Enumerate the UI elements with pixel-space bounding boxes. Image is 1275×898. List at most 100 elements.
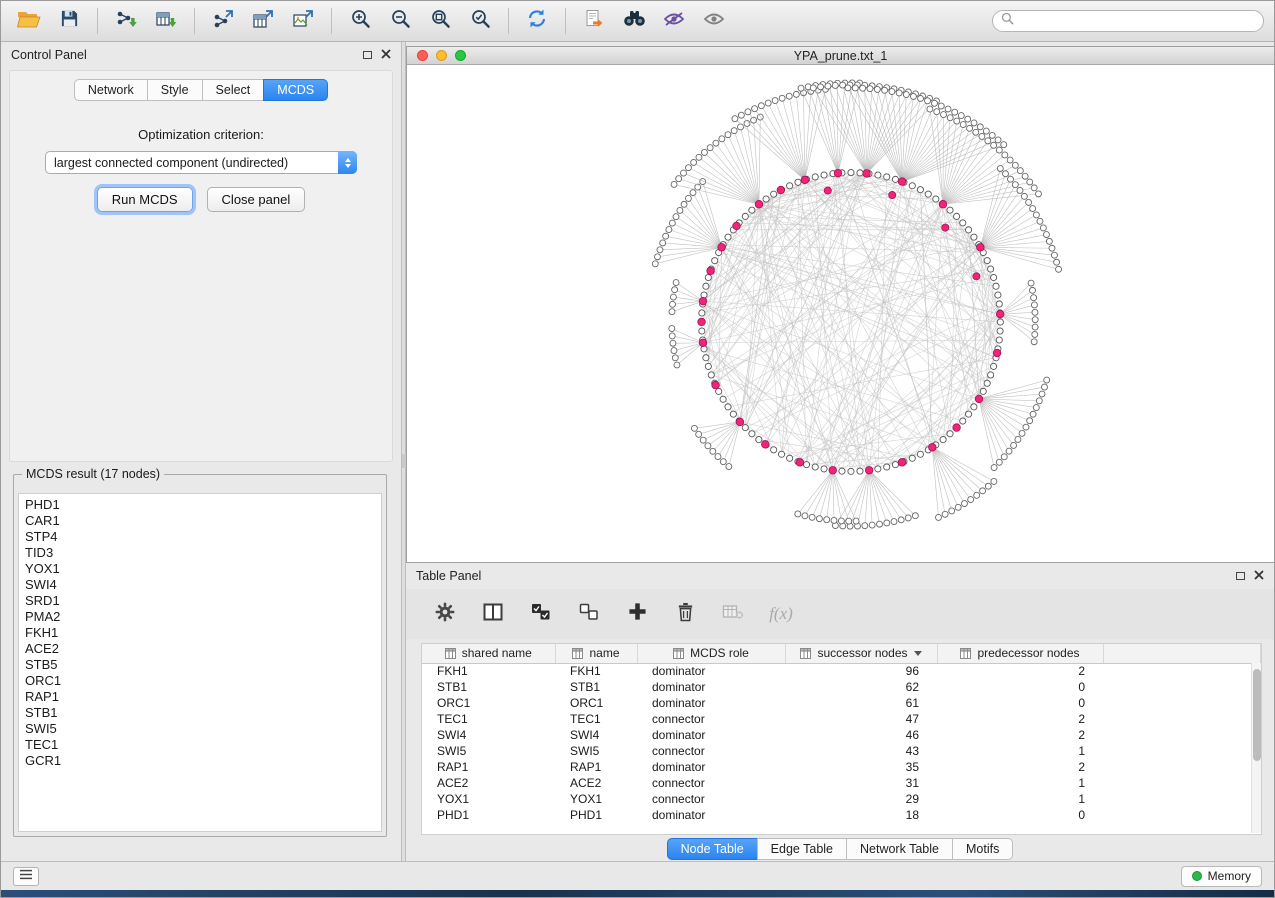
zoom-selected-button[interactable] [462, 5, 498, 37]
table-tab-motifs[interactable]: Motifs [952, 838, 1013, 860]
show-all-button[interactable] [696, 5, 732, 37]
table-cell: YOX1 [555, 791, 637, 807]
tab-mcds[interactable]: MCDS [263, 79, 328, 101]
add-column-button[interactable] [624, 601, 650, 627]
table-row[interactable]: ORC1ORC1dominator610 [422, 695, 1261, 711]
hide-selected-button[interactable] [656, 5, 692, 37]
deselect-all-button[interactable] [576, 601, 602, 627]
close-panel-icon[interactable] [381, 48, 391, 62]
table-row[interactable]: ACE2ACE2connector311 [422, 775, 1261, 791]
find-button[interactable] [616, 5, 652, 37]
sort-arrow-icon[interactable] [914, 651, 922, 656]
network-canvas[interactable] [407, 66, 1274, 562]
function-builder-button[interactable]: f(x) [768, 601, 794, 627]
export-network-button[interactable] [205, 5, 241, 37]
mcds-result-item[interactable]: TEC1 [25, 737, 381, 753]
table-cell: SWI4 [555, 727, 637, 743]
run-mcds-button[interactable]: Run MCDS [97, 187, 193, 212]
open-session-button[interactable] [11, 5, 47, 37]
zoom-in-button[interactable] [342, 5, 378, 37]
zoom-fit-icon [430, 8, 451, 34]
export-image-button[interactable] [285, 5, 321, 37]
network-graph[interactable] [407, 66, 1274, 562]
mcds-result-item[interactable]: ACE2 [25, 641, 381, 657]
show-column-button[interactable] [480, 601, 506, 627]
task-history-button[interactable] [13, 867, 39, 886]
share-document-button[interactable] [576, 5, 612, 37]
mcds-result-item[interactable]: SRD1 [25, 593, 381, 609]
table-cell-filler [1103, 791, 1261, 807]
mcds-result-item[interactable]: PMA2 [25, 609, 381, 625]
table-row[interactable]: YOX1YOX1connector291 [422, 791, 1261, 807]
mcds-result-item[interactable]: PHD1 [25, 497, 381, 513]
scrollbar-thumb[interactable] [1253, 669, 1261, 761]
mcds-result-item[interactable]: STB5 [25, 657, 381, 673]
table-scrollbar[interactable] [1251, 663, 1261, 833]
mcds-result-item[interactable]: STP4 [25, 529, 381, 545]
mcds-result-item[interactable]: SWI5 [25, 721, 381, 737]
tab-style[interactable]: Style [147, 79, 203, 101]
gear-icon [435, 602, 455, 627]
table-cell: PHD1 [422, 807, 555, 823]
zoom-out-button[interactable] [382, 5, 418, 37]
table-cell: FKH1 [422, 663, 555, 679]
table-tab-network-table[interactable]: Network Table [846, 838, 953, 860]
column-header-predecessor-nodes[interactable]: predecessor nodes [937, 644, 1103, 663]
float-panel-icon[interactable] [363, 51, 372, 59]
mcds-result-item[interactable]: STB1 [25, 705, 381, 721]
table-tab-edge-table[interactable]: Edge Table [757, 838, 847, 860]
mcds-result-item[interactable]: YOX1 [25, 561, 381, 577]
table-row[interactable]: SWI5SWI5connector431 [422, 743, 1261, 759]
zoom-fit-button[interactable] [422, 5, 458, 37]
table-row[interactable]: FKH1FKH1dominator962 [422, 663, 1261, 679]
search-input[interactable] [1019, 14, 1255, 28]
tab-network[interactable]: Network [74, 79, 148, 101]
table-settings-button[interactable] [432, 601, 458, 627]
table-tab-node-table[interactable]: Node Table [667, 838, 758, 860]
mcds-result-item[interactable]: RAP1 [25, 689, 381, 705]
mcds-result-item[interactable]: TID3 [25, 545, 381, 561]
memory-button[interactable]: Memory [1181, 866, 1262, 887]
column-header-mcds-role[interactable]: MCDS role [637, 644, 785, 663]
delete-column-button[interactable] [672, 601, 698, 627]
select-all-button[interactable] [528, 601, 554, 627]
table-row[interactable]: PHD1PHD1dominator180 [422, 807, 1261, 823]
import-table-button[interactable] [148, 5, 184, 37]
table-row[interactable]: RAP1RAP1dominator352 [422, 759, 1261, 775]
table-cell: 47 [785, 711, 937, 727]
table-cell: dominator [637, 695, 785, 711]
export-table-button[interactable] [245, 5, 281, 37]
column-header-shared-name[interactable]: shared name [422, 644, 555, 663]
table-cell: connector [637, 711, 785, 727]
table-row[interactable]: SWI4SWI4dominator462 [422, 727, 1261, 743]
optimization-criterion-select[interactable]: largest connected component (undirected) [45, 151, 357, 174]
delete-table-button[interactable] [720, 601, 746, 627]
save-session-button[interactable] [51, 5, 87, 37]
tab-select[interactable]: Select [202, 79, 265, 101]
column-icon [445, 648, 456, 659]
import-network-button[interactable] [108, 5, 144, 37]
close-panel-button[interactable]: Close panel [207, 187, 306, 212]
checked-boxes-icon [531, 603, 551, 626]
mcds-result-item[interactable]: CAR1 [25, 513, 381, 529]
mcds-result-item[interactable]: FKH1 [25, 625, 381, 641]
mcds-result-item[interactable]: SWI4 [25, 577, 381, 593]
table-cell: dominator [637, 679, 785, 695]
mcds-result-item[interactable]: GCR1 [25, 753, 381, 769]
mcds-result-item[interactable]: ORC1 [25, 673, 381, 689]
table-row[interactable]: STB1STB1dominator620 [422, 679, 1261, 695]
refresh-layout-button[interactable] [519, 5, 555, 37]
table-cell: 62 [785, 679, 937, 695]
fx-icon: f(x) [769, 604, 793, 624]
table-row[interactable]: TEC1TEC1connector472 [422, 711, 1261, 727]
table-header-row: shared namenameMCDS rolesuccessor nodesp… [422, 644, 1261, 663]
table-cell: 2 [937, 759, 1103, 775]
zoom-out-icon [390, 8, 411, 34]
table-cell-filler [1103, 711, 1261, 727]
close-table-panel-icon[interactable] [1254, 569, 1264, 583]
column-header-successor-nodes[interactable]: successor nodes [785, 644, 937, 663]
table-cell: 43 [785, 743, 937, 759]
float-table-panel-icon[interactable] [1236, 572, 1245, 580]
save-icon [60, 9, 79, 33]
column-header-name[interactable]: name [555, 644, 637, 663]
